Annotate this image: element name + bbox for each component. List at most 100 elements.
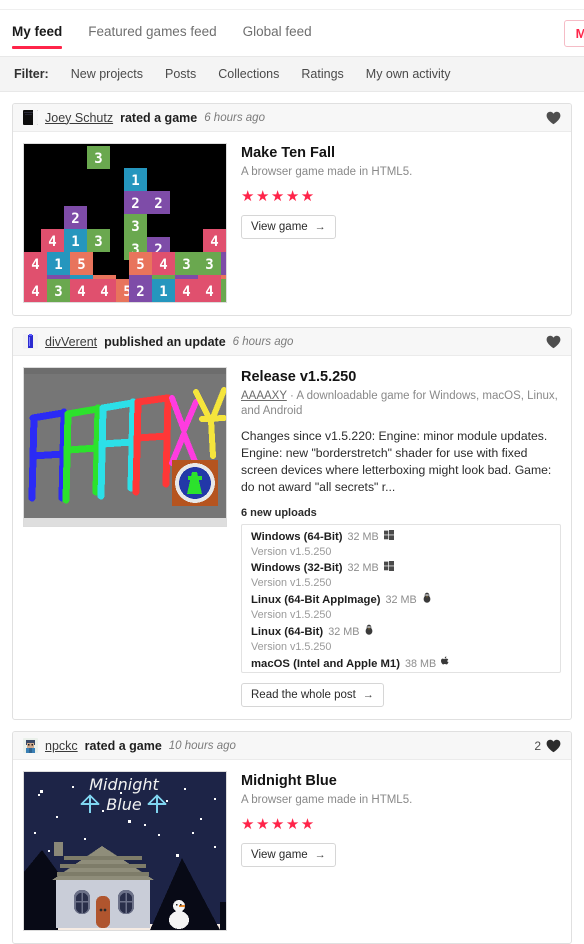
- tab-global-feed[interactable]: Global feed: [243, 23, 312, 49]
- feed-item-username[interactable]: npckc: [45, 739, 78, 753]
- heart-icon[interactable]: [546, 739, 561, 753]
- star-rating: ★★★★★: [241, 188, 316, 205]
- filter-item-my-own-activity[interactable]: My own activity: [366, 67, 451, 81]
- heart-icon[interactable]: [546, 111, 561, 125]
- feed-item-info: Midnight Blue A browser game made in HTM…: [241, 771, 561, 867]
- feed-item-action: published an update: [104, 334, 226, 349]
- feed-item-like-area: [541, 335, 561, 349]
- upload-version: Version v1.5.250: [251, 546, 332, 558]
- upload-item[interactable]: Linux (64-Bit) 32 MB Version v1.5.250: [251, 624, 551, 654]
- view-game-button[interactable]: View game →: [241, 843, 336, 867]
- filter-item-ratings[interactable]: Ratings: [301, 67, 343, 81]
- svg-text:5: 5: [77, 257, 85, 273]
- feed-item: Joey Schutz rated a game 6 hours ago 3 1…: [12, 103, 572, 316]
- upload-item[interactable]: Linux (64-Bit AppImage) 32 MB Version v1…: [251, 592, 551, 622]
- upload-name: Linux (64-Bit): [251, 626, 324, 638]
- svg-text:1: 1: [131, 173, 139, 189]
- svg-text:5: 5: [136, 257, 144, 273]
- svg-text:3: 3: [205, 257, 213, 273]
- page-top-strip: [0, 0, 584, 10]
- game-subtitle: A browser game made in HTML5.: [241, 166, 413, 178]
- feed-item-header: Joey Schutz rated a game 6 hours ago: [13, 104, 571, 132]
- upload-item[interactable]: macOS (Intel and Apple M1) 38 MB Version…: [251, 656, 551, 673]
- avatar-divverent[interactable]: [23, 334, 38, 349]
- feed-item-action: rated a game: [84, 738, 162, 753]
- upload-name: Windows (64-Bit): [251, 531, 343, 543]
- svg-text:3: 3: [182, 257, 190, 273]
- svg-text:1: 1: [71, 234, 79, 250]
- upload-version: Version v1.5.250: [251, 609, 332, 621]
- project-link[interactable]: AAAAXY: [241, 390, 287, 402]
- upload-size: 32 MB: [385, 594, 417, 606]
- feed-item-like-area: 2: [534, 739, 561, 753]
- feed-item-info: Release v1.5.250 AAAAXY · A downloadable…: [241, 367, 561, 707]
- read-whole-post-button[interactable]: Read the whole post →: [241, 683, 384, 707]
- apple-icon: [441, 656, 450, 670]
- avatar-npckc[interactable]: [23, 738, 38, 753]
- feed-tabs: My feed Featured games feed Global feed: [12, 10, 312, 49]
- feed-item-like-area: [541, 111, 561, 125]
- arrow-right-icon: →: [362, 689, 374, 701]
- feed-item-body: 3 1 2 2 3 2 4 1 3 3 2 4 4 1 5 5 4 3 3 4 …: [13, 132, 571, 315]
- linux-icon: [422, 592, 432, 606]
- svg-text:3: 3: [131, 219, 139, 235]
- svg-text:1: 1: [159, 284, 167, 300]
- feed-item-timestamp: 6 hours ago: [204, 111, 265, 124]
- feed-item-body: Release v1.5.250 AAAAXY · A downloadable…: [13, 356, 571, 719]
- post-excerpt: Changes since v1.5.220: Engine: minor mo…: [241, 429, 552, 494]
- feed-item-username[interactable]: divVerent: [45, 335, 97, 349]
- filter-item-posts[interactable]: Posts: [165, 67, 196, 81]
- make-ten-fall-thumbnail[interactable]: 3 1 2 2 3 2 4 1 3 3 2 4 4 1 5 5 4 3 3 4 …: [23, 143, 227, 303]
- filter-item-collections[interactable]: Collections: [218, 67, 279, 81]
- midnight-blue-thumbnail[interactable]: Midnight Blue: [23, 771, 227, 931]
- svg-text:Midnight: Midnight: [89, 775, 159, 794]
- svg-text:4: 4: [100, 284, 108, 300]
- tab-my-feed-label: My feed: [12, 24, 63, 39]
- filter-item-new-projects[interactable]: New projects: [71, 67, 143, 81]
- post-title[interactable]: Release v1.5.250: [241, 368, 561, 386]
- feed-item-username[interactable]: Joey Schutz: [45, 111, 113, 125]
- feed-item-timestamp: 10 hours ago: [168, 739, 236, 752]
- tab-my-feed[interactable]: My feed: [12, 23, 63, 49]
- svg-text:4: 4: [48, 234, 56, 250]
- view-game-button[interactable]: View game →: [241, 215, 336, 239]
- heart-icon[interactable]: [546, 335, 561, 349]
- upload-name: macOS (Intel and Apple M1): [251, 658, 400, 670]
- svg-text:4: 4: [182, 284, 190, 300]
- upload-size: 32 MB: [328, 626, 360, 638]
- view-game-button-label: View game: [251, 849, 308, 861]
- tab-featured-games-feed[interactable]: Featured games feed: [88, 23, 216, 49]
- upload-name: Linux (64-Bit AppImage): [251, 594, 381, 606]
- game-title[interactable]: Make Ten Fall: [241, 144, 561, 162]
- tab-global-feed-label: Global feed: [242, 24, 312, 39]
- game-subtitle: A browser game made in HTML5.: [241, 794, 413, 806]
- svg-text:2: 2: [136, 284, 144, 300]
- svg-text:1: 1: [54, 257, 62, 273]
- tab-featured-games-feed-label: Featured games feed: [88, 24, 217, 39]
- feed-item-action: rated a game: [120, 110, 198, 125]
- filter-bar: Filter: New projects Posts Collections R…: [0, 57, 584, 92]
- avatar-joey-schutz[interactable]: [23, 110, 38, 125]
- svg-text:3: 3: [94, 151, 102, 167]
- feed-item-header: divVerent published an update 6 hours ag…: [13, 328, 571, 356]
- read-whole-post-button-label: Read the whole post: [251, 689, 356, 701]
- aaaaxy-thumbnail[interactable]: [23, 367, 227, 527]
- upload-version: Version v1.5.250: [251, 672, 551, 673]
- svg-text:4: 4: [205, 284, 213, 300]
- feed-item-info: Make Ten Fall A browser game made in HTM…: [241, 143, 561, 239]
- feed-item: npckc rated a game 10 hours ago 2 Midnig…: [12, 731, 572, 944]
- svg-text:4: 4: [31, 284, 39, 300]
- upload-version: Version v1.5.250: [251, 641, 332, 653]
- uploads-list[interactable]: Windows (64-Bit) 32 MB Version v1.5.250 …: [241, 524, 561, 673]
- uploads-count-label: 6 new uploads: [241, 507, 317, 519]
- header-action-button[interactable]: M: [564, 20, 584, 47]
- arrow-right-icon: →: [314, 221, 326, 233]
- svg-text:3: 3: [94, 234, 102, 250]
- feed-tabbar: My feed Featured games feed Global feed …: [0, 10, 584, 57]
- upload-item[interactable]: Windows (64-Bit) 32 MB Version v1.5.250: [251, 530, 551, 559]
- upload-size: 32 MB: [347, 562, 379, 574]
- linux-icon: [364, 624, 374, 638]
- view-game-button-label: View game: [251, 221, 308, 233]
- upload-item[interactable]: Windows (32-Bit) 32 MB Version v1.5.250: [251, 561, 551, 590]
- game-title[interactable]: Midnight Blue: [241, 772, 561, 790]
